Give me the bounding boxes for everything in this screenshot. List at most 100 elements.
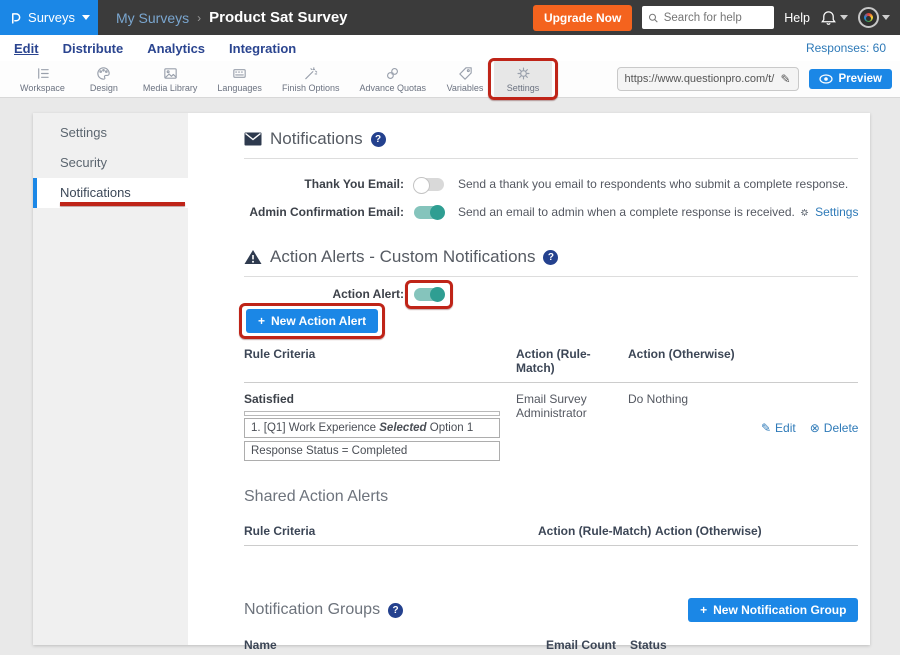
section-title: Notifications	[270, 129, 363, 149]
toolbar-item-finish-options[interactable]: Finish Options	[272, 61, 350, 97]
delete-circle-icon: ⊗	[810, 421, 820, 435]
help-search-box[interactable]	[642, 6, 774, 29]
section-title: Action Alerts - Custom Notifications	[270, 247, 535, 267]
eye-icon	[819, 74, 833, 84]
chevron-down-icon	[882, 15, 890, 20]
settings-sidebar: Settings Security Notifications	[33, 113, 188, 645]
admin-confirmation-email-toggle[interactable]	[414, 206, 444, 219]
toolbar-item-variables[interactable]: Variables	[436, 61, 494, 97]
breadcrumb: My Surveys › Product Sat Survey	[116, 9, 348, 26]
breadcrumb-current-survey: Product Sat Survey	[209, 9, 347, 26]
surveys-menu-label: Surveys	[28, 10, 75, 25]
divider	[244, 276, 858, 277]
tag-icon	[457, 65, 474, 82]
warning-triangle-icon	[244, 249, 262, 265]
new-action-alert-button[interactable]: + New Action Alert	[246, 309, 378, 333]
annotation-notifications-underline	[60, 202, 185, 206]
workspace-icon	[34, 65, 51, 82]
image-icon	[162, 65, 179, 82]
envelope-icon	[244, 132, 262, 146]
shared-action-alerts-title: Shared Action Alerts	[244, 488, 858, 506]
tab-analytics[interactable]: Analytics	[147, 41, 205, 56]
upgrade-now-button[interactable]: Upgrade Now	[533, 5, 632, 31]
gear-icon	[515, 65, 532, 82]
chain-links-icon	[384, 65, 401, 82]
edit-toolbar: Workspace Design Media Library Languages…	[0, 61, 900, 98]
settings-card: Settings Security Notifications Notifica…	[33, 113, 870, 645]
sidebar-item-settings[interactable]: Settings	[33, 118, 188, 148]
wand-icon	[302, 65, 319, 82]
search-icon	[648, 12, 658, 24]
notifications-section-header: Notifications ?	[244, 129, 858, 149]
admin-email-settings-link[interactable]: Settings	[799, 205, 858, 219]
thank-you-email-row: Thank You Email: Send a thank you email …	[244, 177, 858, 191]
top-navigation-bar: Surveys My Surveys › Product Sat Survey …	[0, 0, 900, 35]
toolbar-item-advance-quotas[interactable]: Advance Quotas	[349, 61, 436, 97]
tab-edit[interactable]: Edit	[14, 41, 39, 56]
plus-icon: +	[700, 603, 707, 617]
action-otherwise-cell: Do Nothing	[628, 392, 745, 464]
shared-alerts-table-header: Rule Criteria Action (Rule-Match) Action…	[244, 524, 858, 546]
toolbar-item-settings[interactable]: Settings	[494, 61, 552, 97]
criteria-condition-1: 1. [Q1] Work Experience Selected Option …	[244, 418, 500, 438]
sidebar-item-security[interactable]: Security	[33, 148, 188, 178]
action-alert-row: Satisfied 1. [Q1] Work Experience Select…	[244, 392, 858, 464]
keyboard-icon	[231, 65, 248, 82]
row-actions: ✎ Edit ⊗ Delete	[745, 392, 858, 464]
notification-groups-title-wrap: Notification Groups ?	[244, 601, 403, 619]
new-notification-group-button[interactable]: + New Notification Group	[688, 598, 858, 622]
tab-integration[interactable]: Integration	[229, 41, 296, 56]
help-link[interactable]: Help	[784, 11, 810, 25]
rule-criteria-cell: Satisfied 1. [Q1] Work Experience Select…	[244, 392, 516, 464]
breadcrumb-my-surveys[interactable]: My Surveys	[116, 10, 189, 26]
action-alert-toggle-row: Action Alert:	[244, 287, 858, 301]
gear-icon	[799, 207, 810, 218]
edit-pencil-icon: ✎	[761, 421, 771, 435]
edit-url-pencil-icon[interactable]: ✎	[780, 72, 790, 86]
toolbar-item-design[interactable]: Design	[75, 61, 133, 97]
avatar	[858, 7, 879, 28]
thank-you-email-toggle[interactable]	[414, 178, 444, 191]
plus-icon: +	[258, 314, 265, 328]
divider	[244, 158, 858, 159]
notifications-bell-menu[interactable]	[820, 9, 848, 27]
action-alerts-section-header: Action Alerts - Custom Notifications ?	[244, 247, 858, 267]
topbar-actions: Upgrade Now Help	[533, 5, 900, 31]
help-icon[interactable]: ?	[543, 250, 558, 265]
notification-groups-header-row: Notification Groups ? + New Notification…	[244, 598, 858, 622]
breadcrumb-separator: ›	[197, 11, 201, 25]
chevron-down-icon	[82, 15, 90, 20]
questionpro-logo-icon	[10, 9, 21, 27]
notification-groups-table-header: Name Email Count Status	[244, 638, 858, 655]
chevron-down-icon	[840, 15, 848, 20]
preview-button[interactable]: Preview	[809, 69, 892, 89]
help-icon[interactable]: ?	[388, 603, 403, 618]
survey-url-input[interactable]	[625, 73, 777, 85]
action-alerts-table-header: Rule Criteria Action (Rule-Match) Action…	[244, 347, 858, 383]
user-account-menu[interactable]	[858, 7, 890, 28]
toolbar-item-languages[interactable]: Languages	[207, 61, 272, 97]
palette-icon	[95, 65, 112, 82]
toolbar-right: ✎ Preview	[617, 61, 900, 97]
toolbar-item-media-library[interactable]: Media Library	[133, 61, 208, 97]
survey-section-nav: Edit Distribute Analytics Integration Re…	[0, 35, 900, 61]
edit-alert-link[interactable]: ✎ Edit	[761, 392, 796, 464]
delete-alert-link[interactable]: ⊗ Delete	[810, 392, 859, 464]
help-search-input[interactable]	[664, 12, 769, 24]
section-title: Notification Groups	[244, 601, 380, 619]
settings-page: Settings Security Notifications Notifica…	[0, 98, 900, 655]
tab-distribute[interactable]: Distribute	[63, 41, 124, 56]
action-alert-toggle[interactable]	[414, 288, 444, 301]
criteria-condition-2: Response Status = Completed	[244, 441, 500, 461]
responses-count[interactable]: Responses: 60	[806, 41, 886, 55]
notifications-content: Notifications ? Thank You Email: Send a …	[188, 113, 876, 645]
toolbar-item-workspace[interactable]: Workspace	[10, 61, 75, 97]
sidebar-item-notifications[interactable]: Notifications	[33, 178, 188, 208]
survey-url-box: ✎	[617, 67, 799, 91]
new-action-alert-row: + New Action Alert	[244, 309, 858, 333]
surveys-product-menu[interactable]: Surveys	[0, 0, 98, 35]
action-rule-match-cell: Email Survey Administrator	[516, 392, 628, 464]
bell-icon	[820, 9, 837, 27]
help-icon[interactable]: ?	[371, 132, 386, 147]
admin-confirmation-email-row: Admin Confirmation Email: Send an email …	[244, 205, 858, 219]
